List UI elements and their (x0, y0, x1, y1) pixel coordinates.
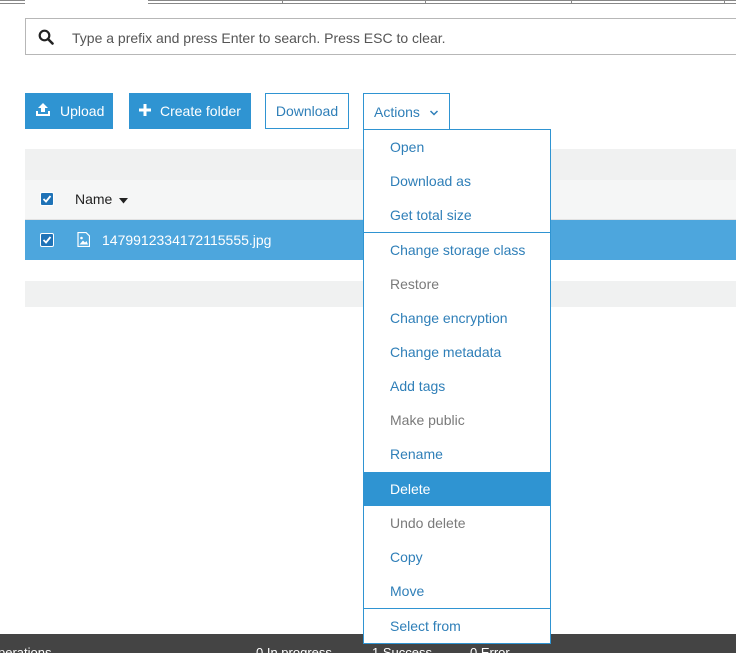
tab-divider (724, 0, 725, 4)
menu-item-select-from[interactable]: Select from (364, 609, 550, 643)
menu-item-open[interactable]: Open (364, 130, 550, 164)
tab-edge (148, 0, 736, 4)
create-folder-label: Create folder (160, 103, 241, 119)
image-file-icon (77, 231, 91, 250)
menu-item-change-encryption[interactable]: Change encryption (364, 301, 550, 335)
actions-label: Actions (374, 104, 420, 120)
error-count[interactable]: 0 Error (470, 645, 510, 653)
menu-item-change-metadata[interactable]: Change metadata (364, 335, 550, 369)
download-button[interactable]: Download (265, 93, 349, 129)
menu-item-rename[interactable]: Rename (364, 437, 550, 471)
tab-divider (282, 0, 283, 4)
menu-item-make-public: Make public (390, 412, 465, 428)
menu-item-change-storage-class[interactable]: Change storage class (364, 233, 550, 267)
name-column-header[interactable]: Name (75, 191, 129, 207)
search-input[interactable] (70, 19, 714, 56)
upload-icon (35, 102, 51, 121)
menu-item-add-tags[interactable]: Add tags (364, 369, 550, 403)
plus-icon (139, 103, 151, 119)
tab-divider (571, 0, 572, 4)
menu-item-copy[interactable]: Copy (364, 540, 550, 574)
actions-menu: Open Download as Get total size Change s… (363, 129, 551, 644)
tab-strip (0, 0, 736, 4)
row-checkbox[interactable] (40, 233, 54, 247)
menu-item-undo-delete: Undo delete (390, 515, 466, 531)
in-progress-count[interactable]: 0 In progress (256, 645, 332, 653)
upload-button[interactable]: Upload (25, 93, 113, 129)
menu-item-move[interactable]: Move (364, 574, 550, 608)
download-label: Download (275, 103, 339, 119)
actions-button[interactable]: Actions (363, 93, 450, 130)
menu-item-get-total-size[interactable]: Get total size (364, 198, 550, 232)
tab-divider (425, 0, 426, 4)
create-folder-button[interactable]: Create folder (129, 93, 251, 129)
sort-down-icon (119, 191, 129, 207)
file-name[interactable]: 1479912334172115555.jpg (102, 232, 271, 248)
tab-edge (0, 0, 25, 4)
search-icon (38, 29, 54, 45)
chevron-down-icon (429, 104, 439, 120)
menu-item-restore: Restore (390, 276, 440, 292)
menu-item-delete[interactable]: Delete (364, 472, 550, 506)
select-all-checkbox[interactable] (40, 192, 54, 206)
upload-label: Upload (60, 103, 105, 119)
search-bar (25, 18, 736, 56)
menu-item-download-as[interactable]: Download as (364, 164, 550, 198)
success-count[interactable]: 1 Success (372, 645, 432, 653)
name-header-label: Name (75, 191, 113, 207)
operations-label: perations (0, 645, 52, 653)
